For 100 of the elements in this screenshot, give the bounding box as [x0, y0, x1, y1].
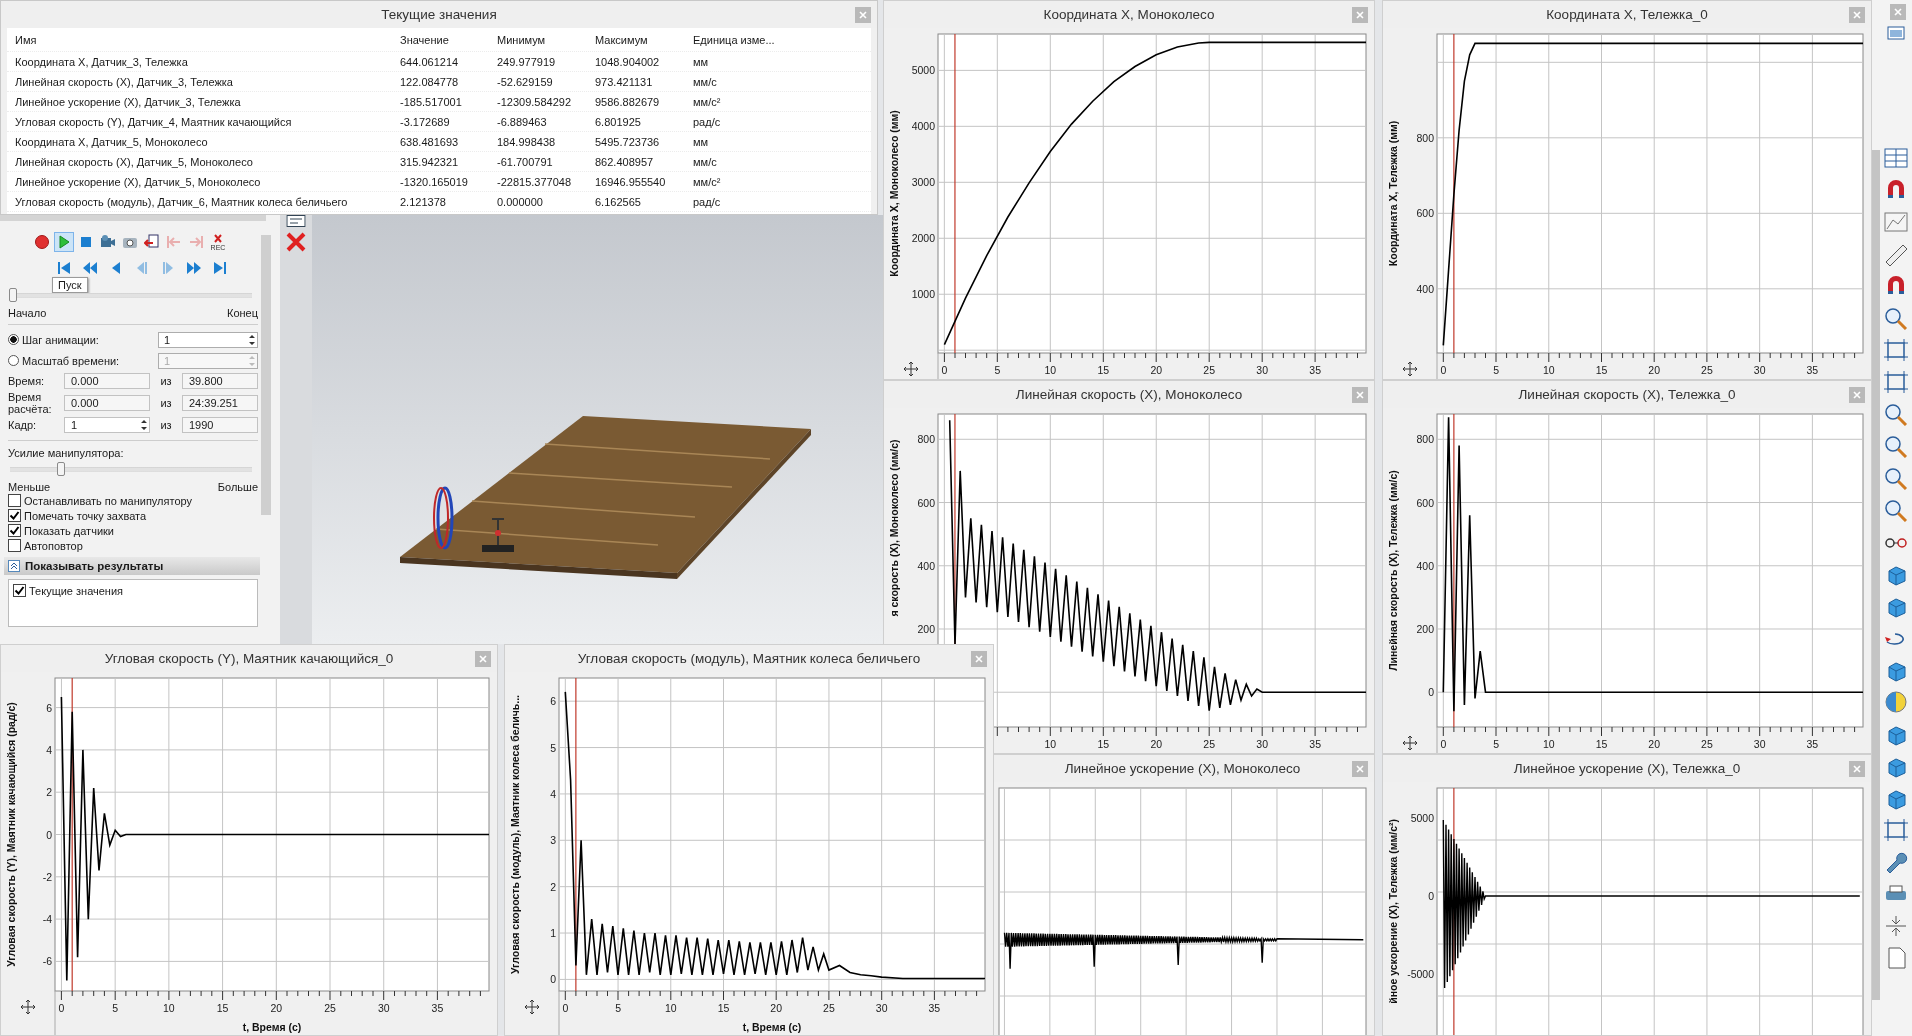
- table-cell-text: -3.172689: [399, 115, 451, 128]
- magnifier-icon[interactable]: [1883, 306, 1909, 330]
- tick-label: 10: [1044, 738, 1057, 750]
- tick-label: 25: [1203, 364, 1216, 376]
- column-header[interactable]: Минимум: [489, 33, 587, 46]
- magnifier-icon[interactable]: [1883, 402, 1909, 426]
- tick-label: 4: [46, 743, 52, 756]
- tick-label: 4000: [911, 120, 935, 133]
- tick-label: -4: [42, 913, 52, 926]
- field-label: из: [159, 397, 173, 410]
- tick-label: -5000: [1407, 968, 1434, 980]
- record-button[interactable]: [32, 232, 52, 252]
- move-icon[interactable]: [1402, 735, 1418, 751]
- frame-icon[interactable]: [1883, 338, 1909, 362]
- tick-label: 5000: [1410, 812, 1434, 824]
- table-cell-text: -12309.584292: [496, 95, 572, 108]
- play-tooltip: Пуск: [52, 277, 88, 293]
- frame-icon[interactable]: [1883, 818, 1909, 842]
- move-icon[interactable]: [524, 999, 540, 1015]
- axis-title: t, Время (с): [742, 1021, 802, 1033]
- magnifier-icon[interactable]: [1883, 466, 1909, 490]
- tick-label: 15: [1097, 364, 1110, 376]
- table-cell-text: 122.084778: [399, 75, 460, 88]
- move-icon[interactable]: [903, 361, 919, 377]
- arrows-icon[interactable]: [1883, 914, 1909, 938]
- tick-label: 15: [1595, 364, 1608, 376]
- tick-label: 0: [562, 1002, 569, 1014]
- spin-arrows-icon[interactable]: [139, 418, 149, 433]
- slider-thumb[interactable]: [57, 462, 66, 477]
- tick-label: 800: [1416, 131, 1434, 144]
- spin-field[interactable]: 1: [158, 331, 258, 348]
- table-cell-text: -185.517001: [399, 95, 463, 108]
- spin-arrows-icon[interactable]: [247, 332, 257, 347]
- tick-label: 5: [994, 364, 1001, 376]
- table-cell-text: 16946.955540: [594, 175, 667, 188]
- value-field: 39.800: [182, 373, 258, 389]
- tick-label: 35: [1309, 738, 1321, 750]
- move-icon[interactable]: [20, 999, 36, 1015]
- delete-icon[interactable]: [285, 231, 307, 253]
- play-button[interactable]: [54, 232, 74, 252]
- slider-label: Начало: [8, 307, 47, 319]
- checkbox-label: Останавливать по манипулятору: [24, 494, 192, 507]
- magnifier-icon[interactable]: [1883, 434, 1909, 458]
- table-cell-text: 9586.882679: [594, 95, 661, 108]
- window-title: Угловая скорость (модуль), Маятник колеса беличьего: [577, 651, 921, 666]
- checkbox[interactable]: [8, 509, 21, 523]
- tick-label: 5: [615, 1002, 621, 1014]
- table-cell-text: Координата X, Датчик_5, Моноколесо: [14, 135, 209, 148]
- magnifier-icon[interactable]: [1883, 498, 1909, 522]
- tick-label: 10: [1542, 738, 1555, 750]
- table-cell-text: 638.481693: [399, 135, 460, 148]
- tick-label: 25: [1701, 364, 1713, 376]
- checkbox-label: Автоповтор: [24, 539, 83, 552]
- field-label: Время:: [8, 374, 46, 388]
- checkbox-label: Помечать точку захвата: [24, 509, 147, 522]
- sphere-icon[interactable]: [1883, 690, 1909, 714]
- tick-label: 800: [917, 433, 935, 446]
- tick-label: -2: [42, 870, 52, 883]
- radio-button[interactable]: [8, 334, 19, 345]
- window-icon[interactable]: [1887, 26, 1905, 40]
- field-label: Время расчёта:: [8, 391, 53, 416]
- slider-thumb[interactable]: [9, 288, 17, 302]
- window-title: Линейное ускорение (X), Моноколесо: [1064, 761, 1301, 776]
- tick-label: 35: [1806, 364, 1819, 376]
- ruler-icon[interactable]: [1883, 242, 1909, 266]
- tick-label: 20: [1648, 364, 1661, 376]
- table-cell-text: мм/с: [692, 75, 718, 88]
- spin-field[interactable]: 1: [64, 417, 150, 434]
- table-cell-text: Линейная скорость (X), Датчик_3, Тележка: [14, 75, 234, 88]
- collapse-icon[interactable]: [8, 560, 20, 573]
- checkbox[interactable]: [13, 584, 26, 598]
- tick-label: 2: [550, 880, 556, 893]
- column-header[interactable]: Имя: [7, 33, 392, 46]
- column-header[interactable]: Единица изме...: [685, 33, 777, 46]
- chart-icon[interactable]: [1883, 210, 1909, 234]
- scrollbar[interactable]: [261, 235, 271, 515]
- frame-icon[interactable]: [1883, 370, 1909, 394]
- table-cell-text: рад/с: [692, 195, 722, 208]
- checkbox[interactable]: [8, 494, 21, 508]
- column-header[interactable]: Максимум: [587, 33, 685, 46]
- checkbox[interactable]: [8, 539, 21, 553]
- tick-label: 25: [1203, 738, 1216, 750]
- tick-label: 6: [46, 701, 52, 714]
- table-icon[interactable]: [1883, 146, 1909, 170]
- move-icon[interactable]: [1402, 361, 1418, 377]
- tick-label: 400: [917, 559, 935, 572]
- field-label: из: [159, 419, 173, 432]
- table-cell-text: Линейное ускорение (X), Датчик_5, Моноколесо: [14, 175, 262, 188]
- tick-label: 0: [550, 973, 556, 986]
- list-icon[interactable]: [286, 215, 306, 227]
- section-header[interactable]: Показывать результаты: [4, 557, 260, 576]
- tick-label: 20: [1150, 364, 1163, 376]
- checkbox[interactable]: [8, 524, 21, 538]
- table-cell-text: 249.977919: [496, 55, 557, 68]
- export-icon: [144, 234, 160, 250]
- field-label: Кадр:: [8, 419, 38, 432]
- tick-label: 15: [1097, 738, 1110, 750]
- scrollbar[interactable]: [1872, 150, 1880, 1000]
- table-cell-text: мм/с: [692, 155, 718, 168]
- column-header[interactable]: Значение: [392, 33, 489, 46]
